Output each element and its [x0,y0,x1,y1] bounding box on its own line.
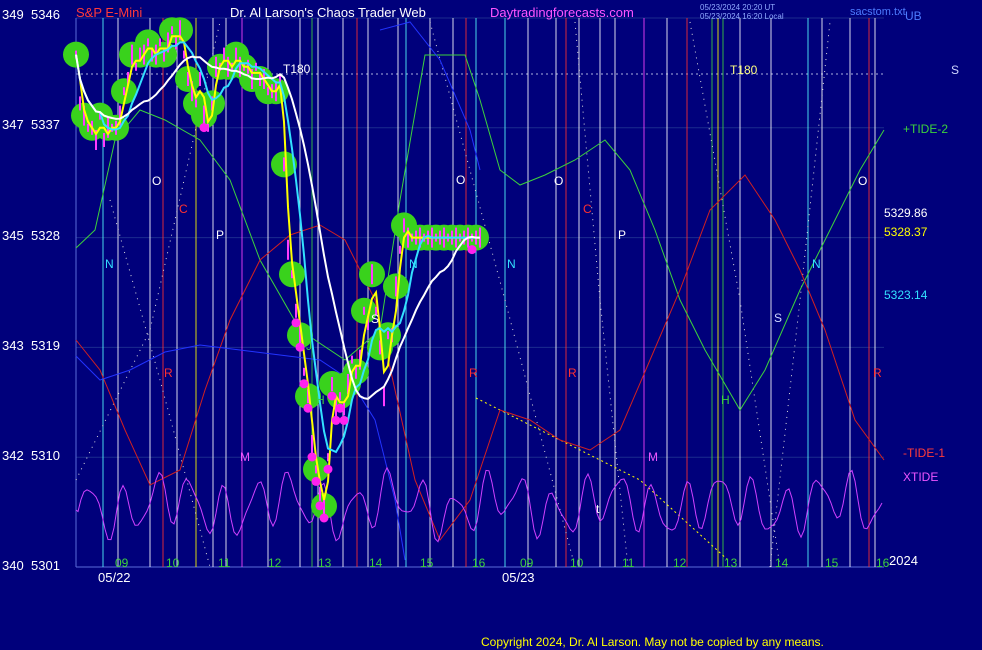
annotation: C [179,202,188,216]
y-degree-tick: 345 [2,228,24,243]
annotation: P [216,228,225,242]
annotation: S [371,312,380,326]
xtide-curve [75,466,883,543]
annotation: N [105,257,114,271]
x-hour-tick: 15 [825,556,839,570]
ub-label: UB [905,9,922,23]
x-hour-tick: 10 [166,556,180,570]
x-year: 2024 [889,553,918,568]
y-price-tick: 5301 [31,558,60,573]
signal-dot [307,452,317,462]
x-hour-tick: 09 [115,556,129,570]
source-title: Dr. Al Larson's Chaos Trader Web [230,5,426,20]
y-price-tick: 5310 [31,448,60,463]
x-hour-tick: 11 [622,556,635,570]
signal-dot [295,342,305,352]
dotted-cycle-line [429,21,576,568]
brand-label: sacstom.txt [850,6,906,18]
copyright: Copyright 2024, Dr. Al Larson. May not b… [481,635,824,649]
annotation: R [469,366,478,380]
annotation: O [152,174,162,188]
moving-averages [75,35,480,501]
annotation: H [721,393,730,407]
right-value: 5323.14 [884,288,928,302]
annotation: H [316,393,325,407]
tide-minus-label: -TIDE-1 [903,446,945,460]
annotation: N [507,257,516,271]
x-hour-tick: 12 [673,556,687,570]
annotation: O [858,174,868,188]
y-price-tick: 5328 [31,228,60,243]
x-hour-tick: 14 [369,556,383,570]
signal-dot [327,391,337,401]
annotation: R [164,366,173,380]
annotation: S [774,311,783,325]
x-hour-tick: 14 [775,556,789,570]
dotted-cycle-line [109,199,211,568]
chart-canvas [63,17,885,568]
annotation: T180 [283,62,311,76]
x-hour-tick: 16 [472,556,486,570]
annotation: T180 [730,63,758,77]
annotation: J [306,339,312,353]
x-hour-tick: 09 [520,556,534,570]
y-degree-tick: 343 [2,338,24,353]
tide-plus-label: +TIDE-2 [903,122,949,136]
x-date-tick: 05/22 [98,570,131,585]
annotation: N [812,257,821,271]
signal-dot [199,123,209,133]
signal-dot [335,403,345,413]
signal-dot [303,403,313,413]
instrument-title: S&P E-Mini [76,5,143,20]
signal-dot [315,501,325,511]
annotation: R [568,366,577,380]
right-value: 5328.37 [884,225,928,239]
x-hour-tick: 11 [218,556,231,570]
y-price-tick: 5319 [31,338,60,353]
x-hour-tick: 15 [420,556,434,570]
signal-dot [467,245,477,255]
signal-dot [323,464,333,474]
annotation: O [456,173,466,187]
x-hour-tick: 13 [724,556,738,570]
site-link[interactable]: Daytradingforecasts.com [490,6,634,19]
annotation: t [596,502,600,516]
x-hour-tick: 10 [570,556,584,570]
x-hour-tick: 16 [876,556,890,570]
signal-dot [311,476,321,486]
projection-line [475,397,729,561]
x-date-tick: 05/23 [502,570,535,585]
xtide-label: XTIDE [903,470,939,484]
annotation: P [618,228,627,242]
y-degree-tick: 347 [2,117,24,132]
signal-dot [339,415,349,425]
x-hour-tick: 12 [268,556,282,570]
dotted-cycle-line [574,21,629,568]
y-degree-tick: 340 [2,558,24,573]
y-price-tick: 5337 [31,117,60,132]
y-degree-tick: 342 [2,448,24,463]
x-hour-tick: 13 [318,556,332,570]
signal-dot [319,513,329,523]
annotation: M [240,450,250,464]
signal-dot [299,379,309,389]
right-value: 5329.86 [884,206,928,220]
s-label: S [951,63,960,77]
y-degree-tick: 349 [2,7,24,22]
timestamp-local: 05/23/2024 16:20 Local [700,12,784,21]
annotation: R [873,366,882,380]
y-price-tick: 5346 [31,7,60,22]
annotation: C [583,202,592,216]
annotation: N [409,257,418,271]
annotation: O [554,174,564,188]
signal-dot [331,415,341,425]
signal-dot [291,318,301,328]
annotation: M [648,450,658,464]
dotted-cycle-line [689,21,781,568]
